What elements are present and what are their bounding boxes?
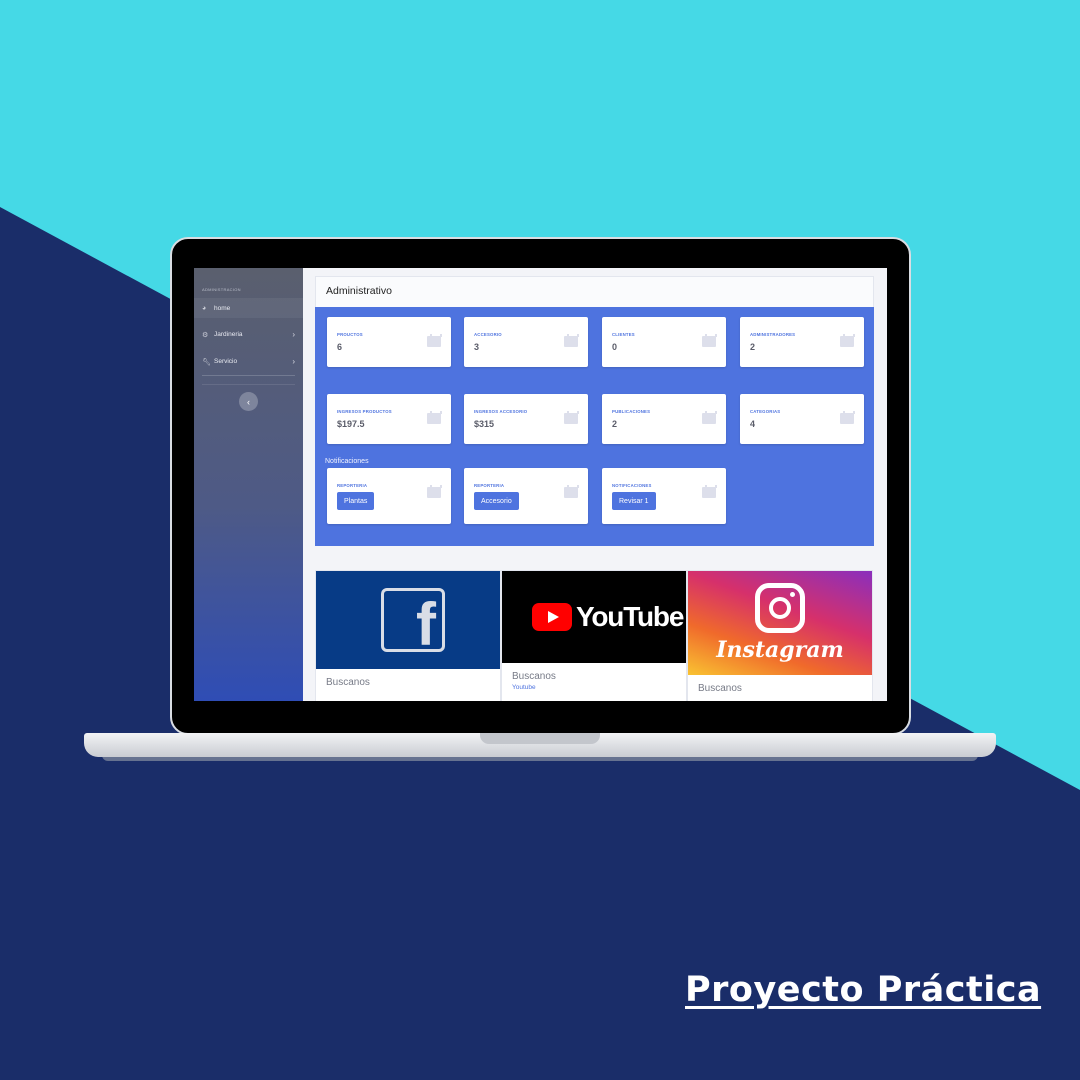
instagram-banner: Instagram bbox=[688, 571, 872, 675]
stat-card-accesorio: ACCESORIO 3 bbox=[464, 317, 588, 367]
youtube-banner: YouTube bbox=[502, 571, 686, 663]
stat-label: PROUCTOS bbox=[337, 332, 363, 337]
stat-label: ACCESORIO bbox=[474, 332, 502, 337]
calendar-icon bbox=[564, 411, 579, 424]
calendar-icon bbox=[427, 334, 442, 347]
calendar-icon bbox=[427, 485, 442, 498]
stat-label: INGRESOS PRODUCTOS bbox=[337, 409, 392, 414]
accesorio-button[interactable]: Accesorio bbox=[474, 492, 519, 510]
stat-label: INGRESOS ACCESORIO bbox=[474, 409, 528, 414]
chevron-right-icon: › bbox=[292, 330, 295, 339]
stat-label: ADMINISTRADORES bbox=[750, 332, 796, 337]
stat-value: 0 bbox=[612, 342, 618, 352]
social-card-link[interactable] bbox=[688, 694, 872, 696]
social-card-title: Buscanos bbox=[512, 671, 556, 682]
sidebar-item-label: home bbox=[214, 304, 231, 312]
stat-value: 3 bbox=[474, 342, 480, 352]
calendar-icon bbox=[564, 485, 579, 498]
stat-label: PUBLICACIONES bbox=[612, 409, 651, 414]
sidebar-item-jardineria[interactable]: ⚙ Jardineria › bbox=[202, 330, 295, 339]
social-card-link[interactable]: Youtube bbox=[502, 682, 686, 691]
stat-value: $315 bbox=[474, 419, 495, 429]
gear-icon: ⚙ bbox=[202, 331, 209, 339]
stat-value: 4 bbox=[750, 419, 756, 429]
sidebar-item-label: Jardineria bbox=[214, 331, 243, 338]
chevron-right-icon: › bbox=[292, 357, 295, 366]
calendar-icon bbox=[702, 411, 717, 424]
stat-card-categorias: CATEGORIAS 4 bbox=[740, 394, 864, 444]
notification-label: REPORTERIA bbox=[337, 483, 368, 488]
calendar-icon bbox=[427, 411, 442, 424]
notification-label: NOTIFICACIONES bbox=[612, 483, 652, 488]
notification-card-plantas: REPORTERIA Plantas bbox=[327, 468, 451, 524]
instagram-icon bbox=[755, 583, 805, 633]
plantas-button[interactable]: Plantas bbox=[337, 492, 375, 510]
notification-card-revisar: NOTIFICACIONES Revisar 1 bbox=[602, 468, 726, 524]
chevron-left-icon: ‹ bbox=[247, 396, 250, 407]
page-title: Administrativo bbox=[315, 276, 874, 307]
social-card-facebook[interactable]: f Buscanos bbox=[315, 570, 501, 701]
app-screen: ADMINISTRACION ◕ home ⚙ Jardineria › 🔧︎ … bbox=[194, 268, 887, 701]
revisar-button[interactable]: Revisar 1 bbox=[612, 492, 656, 510]
social-card-title: Buscanos bbox=[698, 683, 742, 694]
stat-card-administradores: ADMINISTRADORES 2 bbox=[740, 317, 864, 367]
notification-label: REPORTERIA bbox=[474, 483, 505, 488]
youtube-play-icon bbox=[532, 603, 572, 631]
social-card-instagram[interactable]: Instagram Buscanos bbox=[687, 570, 873, 701]
sidebar-item-servicio[interactable]: 🔧︎ Servicio › bbox=[202, 357, 295, 366]
stat-label: CLIENTES bbox=[612, 332, 635, 337]
social-card-link[interactable] bbox=[316, 688, 500, 690]
stat-value: 2 bbox=[612, 419, 618, 429]
sidebar-collapse-button[interactable]: ‹ bbox=[239, 392, 258, 411]
sidebar: ADMINISTRACION ◕ home ⚙ Jardineria › 🔧︎ … bbox=[194, 268, 303, 701]
stat-card-clientes: CLIENTES 0 bbox=[602, 317, 726, 367]
dashboard-icon: ◕ bbox=[202, 304, 207, 312]
laptop-notch bbox=[480, 733, 600, 744]
facebook-icon: f bbox=[381, 588, 445, 655]
calendar-icon bbox=[702, 334, 717, 347]
calendar-icon bbox=[564, 334, 579, 347]
social-card-title: Buscanos bbox=[326, 677, 370, 688]
project-title: Proyecto Práctica bbox=[685, 970, 1042, 1010]
stat-card-ingresos-productos: INGRESOS PRODUCTOS $197.5 bbox=[327, 394, 451, 444]
sidebar-item-label: Servicio bbox=[214, 358, 238, 365]
stat-value: 6 bbox=[337, 342, 343, 352]
wrench-icon: 🔧︎ bbox=[202, 358, 211, 366]
notifications-heading: Notificaciones bbox=[325, 458, 369, 465]
stat-value: 2 bbox=[750, 342, 756, 352]
calendar-icon bbox=[840, 334, 855, 347]
stat-card-productos: PROUCTOS 6 bbox=[327, 317, 451, 367]
notification-card-accesorio: REPORTERIA Accesorio bbox=[464, 468, 588, 524]
sidebar-divider bbox=[202, 384, 295, 385]
calendar-icon bbox=[840, 411, 855, 424]
facebook-banner: f bbox=[316, 571, 500, 669]
calendar-icon bbox=[702, 485, 717, 498]
stat-card-ingresos-accesorio: INGRESOS ACCESORIO $315 bbox=[464, 394, 588, 444]
youtube-logo-text: YouTube bbox=[576, 601, 684, 632]
stat-card-publicaciones: PUBLICACIONES 2 bbox=[602, 394, 726, 444]
sidebar-heading: ADMINISTRACION bbox=[202, 287, 241, 292]
sidebar-item-home[interactable]: ◕ home bbox=[194, 298, 303, 318]
stat-label: CATEGORIAS bbox=[750, 409, 781, 414]
instagram-logo-text: Instagram bbox=[716, 637, 844, 663]
social-card-youtube[interactable]: YouTube Buscanos Youtube bbox=[501, 570, 687, 701]
stat-value: $197.5 bbox=[337, 419, 365, 429]
sidebar-divider bbox=[202, 375, 295, 376]
